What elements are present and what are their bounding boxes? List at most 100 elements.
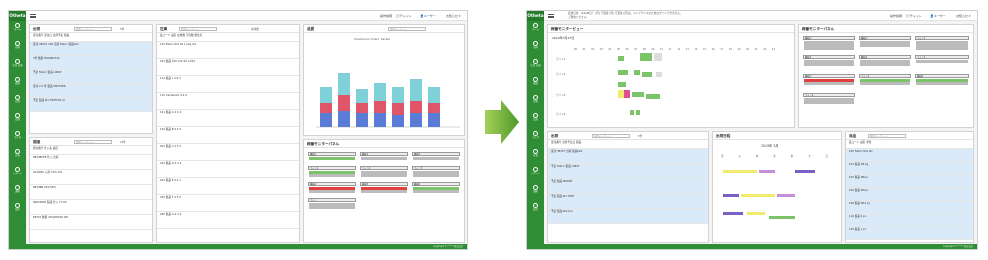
help-button[interactable]: 操作説明 bbox=[380, 14, 392, 18]
table-row[interactable]: 予定 製品 M00XB bbox=[548, 179, 708, 194]
table-row[interactable]: 240 製品 G 4 1 4 bbox=[157, 212, 299, 229]
table-row[interactable]: 120 製品 L pc bbox=[846, 227, 973, 240]
user-button[interactable]: 👤ユーザー bbox=[930, 14, 946, 18]
search-input[interactable]: 検索キーワード... bbox=[74, 140, 112, 144]
table-row[interactable]: 106 製品 M12 pc bbox=[846, 201, 973, 214]
monitor-card[interactable]: ライン2 bbox=[915, 55, 969, 71]
monitor-card[interactable]: 機械6 bbox=[412, 182, 460, 194]
monitor-card[interactable]: 機械2 bbox=[360, 152, 408, 162]
gantt-bar[interactable] bbox=[656, 72, 662, 77]
nav-settings[interactable]: 設定 bbox=[9, 203, 26, 219]
nav-analysis[interactable]: 分析 bbox=[9, 149, 26, 165]
monitor-card[interactable]: 機械5 bbox=[803, 74, 855, 90]
gantt-bar[interactable] bbox=[654, 53, 662, 61]
nav-stock[interactable]: 在庫 bbox=[9, 95, 26, 111]
notice-button[interactable]: お知らせ ▾ bbox=[956, 14, 970, 18]
gantt-bar[interactable] bbox=[624, 90, 630, 98]
search-input[interactable]: 検索キーワード bbox=[388, 27, 426, 31]
nav-report[interactable]: レポート bbox=[9, 167, 26, 183]
nav-plan[interactable]: 生産 計画 bbox=[527, 59, 544, 75]
nav-analysis[interactable]: 分析 bbox=[527, 149, 544, 165]
table-row[interactable]: 105 製品 M9 pc bbox=[846, 188, 973, 201]
nav-quality[interactable]: 品質 bbox=[9, 113, 26, 129]
table-row[interactable]: 予定 Fabric 製品 L984T bbox=[548, 164, 708, 179]
table-row[interactable]: 104 製品 320 120 40 1,204 bbox=[157, 59, 299, 76]
calendar-event[interactable] bbox=[777, 194, 795, 197]
nav-proc[interactable]: 調達 bbox=[527, 77, 544, 93]
monitor-card[interactable]: 機械1 bbox=[308, 152, 356, 162]
table-row[interactable]: 101 製品 R8 kg bbox=[846, 162, 973, 175]
gantt-bar[interactable] bbox=[640, 53, 652, 61]
table-row[interactable]: 100 Fabric Roll ptc bbox=[846, 149, 973, 162]
monitor-card[interactable]: ライン2 bbox=[360, 166, 408, 178]
table-row[interactable]: 222 製品 D 4 2 4 bbox=[157, 161, 299, 178]
list-item[interactable]: 受注 2.5 件 製品 M0XF4E8 bbox=[30, 84, 152, 98]
nav-settings[interactable]: 設定 bbox=[527, 203, 544, 219]
help-button[interactable]: 操作説明 bbox=[890, 14, 902, 18]
list-item[interactable]: 8830BN 2017/5/5 bbox=[30, 185, 152, 200]
gantt-bar[interactable] bbox=[618, 70, 628, 75]
search-input[interactable]: 検索キーワード... bbox=[74, 27, 112, 31]
monitor-card[interactable]: ライン1 bbox=[915, 36, 969, 52]
monitor-card[interactable]: 機械5 bbox=[360, 182, 408, 194]
search-input[interactable]: 検索キーワード... bbox=[179, 27, 217, 31]
table-row[interactable]: 110 製品 K pc bbox=[846, 214, 973, 227]
gantt-bar[interactable] bbox=[634, 70, 640, 75]
nav-master[interactable]: マスタ bbox=[527, 131, 544, 147]
gantt-bar[interactable] bbox=[642, 72, 652, 77]
list-item[interactable]: E9301 数量 2019/08/26 WS bbox=[30, 215, 152, 230]
menu-icon[interactable] bbox=[30, 14, 36, 18]
nav-stock[interactable]: 在庫 bbox=[527, 95, 544, 111]
user-button[interactable]: 👤ユーザー bbox=[420, 14, 436, 18]
gantt-bar[interactable] bbox=[618, 56, 624, 61]
calendar-event[interactable] bbox=[723, 194, 739, 197]
calendar-event[interactable] bbox=[741, 194, 775, 197]
menu-icon[interactable] bbox=[548, 14, 554, 18]
list-item[interactable]: 予定 製品 M1 T80F5V6 XJ bbox=[30, 98, 152, 112]
monitor-card[interactable]: 機械2 bbox=[859, 36, 911, 52]
nav-home[interactable]: ホーム bbox=[527, 23, 544, 39]
monitor-card[interactable]: 機械3 bbox=[803, 55, 855, 71]
monitor-card[interactable]: 機械6 bbox=[915, 74, 969, 90]
monitor-card[interactable]: ライン1 bbox=[308, 166, 356, 178]
list-item[interactable]: 8830BCFB 仕入 出荷 bbox=[30, 155, 152, 170]
table-row[interactable]: 103 製品 M8 pc bbox=[846, 175, 973, 188]
calendar-event[interactable] bbox=[795, 170, 815, 173]
table-row[interactable]: 121 製品 A 4 4 4 bbox=[157, 110, 299, 127]
nav-notice[interactable]: 通知 bbox=[9, 185, 26, 201]
table-row[interactable]: 103 Fabric Roll 40 1 pkg 4.0 bbox=[157, 42, 299, 59]
nav-plan[interactable]: 生産 計画 bbox=[9, 59, 26, 75]
table-row[interactable]: 134 製品 B 4 6 3 bbox=[157, 127, 299, 144]
table-row[interactable]: 201 製品 C 4 5 2 bbox=[157, 144, 299, 161]
calendar-event[interactable] bbox=[723, 212, 743, 215]
nav-ship[interactable]: 出荷 bbox=[527, 41, 544, 57]
monitor-card[interactable]: 機械3 bbox=[412, 152, 460, 162]
gantt-bar[interactable] bbox=[632, 92, 644, 97]
list-item[interactable]: 予定 Fabric 製品 L984T bbox=[30, 70, 152, 84]
table-row[interactable]: 114 製品 L 4 9 4 bbox=[157, 76, 299, 93]
gantt-bar[interactable] bbox=[636, 110, 640, 115]
calendar-event[interactable] bbox=[759, 170, 775, 173]
nav-home[interactable]: ホーム bbox=[9, 23, 26, 39]
list-item[interactable]: 7件 数量 M00XB1F22 bbox=[30, 56, 152, 70]
monitor-card[interactable]: ライン bbox=[308, 198, 356, 210]
list-item[interactable]: 90010650 製品 仕入 77.00 bbox=[30, 200, 152, 215]
monitor-card[interactable]: ライン4 bbox=[803, 93, 855, 109]
calendar-event[interactable] bbox=[769, 216, 795, 219]
table-row[interactable]: 230 製品 F 4 3 9 bbox=[157, 195, 299, 212]
search-input[interactable]: 検索キーワード... bbox=[592, 134, 630, 138]
table-row[interactable]: 115 Cardboard 4 4 9 bbox=[157, 93, 299, 110]
gantt-bar[interactable] bbox=[618, 82, 626, 87]
calendar-event[interactable] bbox=[723, 170, 757, 173]
nav-report[interactable]: レポート bbox=[527, 167, 544, 183]
nav-master[interactable]: マスタ bbox=[9, 131, 26, 147]
gantt-bar[interactable] bbox=[646, 94, 660, 99]
table-row[interactable]: 受注 38327 出荷 製品K22 bbox=[548, 149, 708, 164]
calendar-event[interactable] bbox=[747, 212, 765, 215]
table-row[interactable]: 223 製品 E 9 4 1 bbox=[157, 178, 299, 195]
gantt-bar[interactable] bbox=[630, 110, 634, 115]
table-row[interactable]: 予定 製品 M1 T80F bbox=[548, 194, 708, 209]
monitor-card[interactable]: 機械4 bbox=[859, 55, 911, 71]
chat-button[interactable]: 💬チャット bbox=[906, 14, 922, 18]
list-item[interactable]: 受注 38327 100 出荷 Fabric 製品K22 bbox=[30, 42, 152, 56]
